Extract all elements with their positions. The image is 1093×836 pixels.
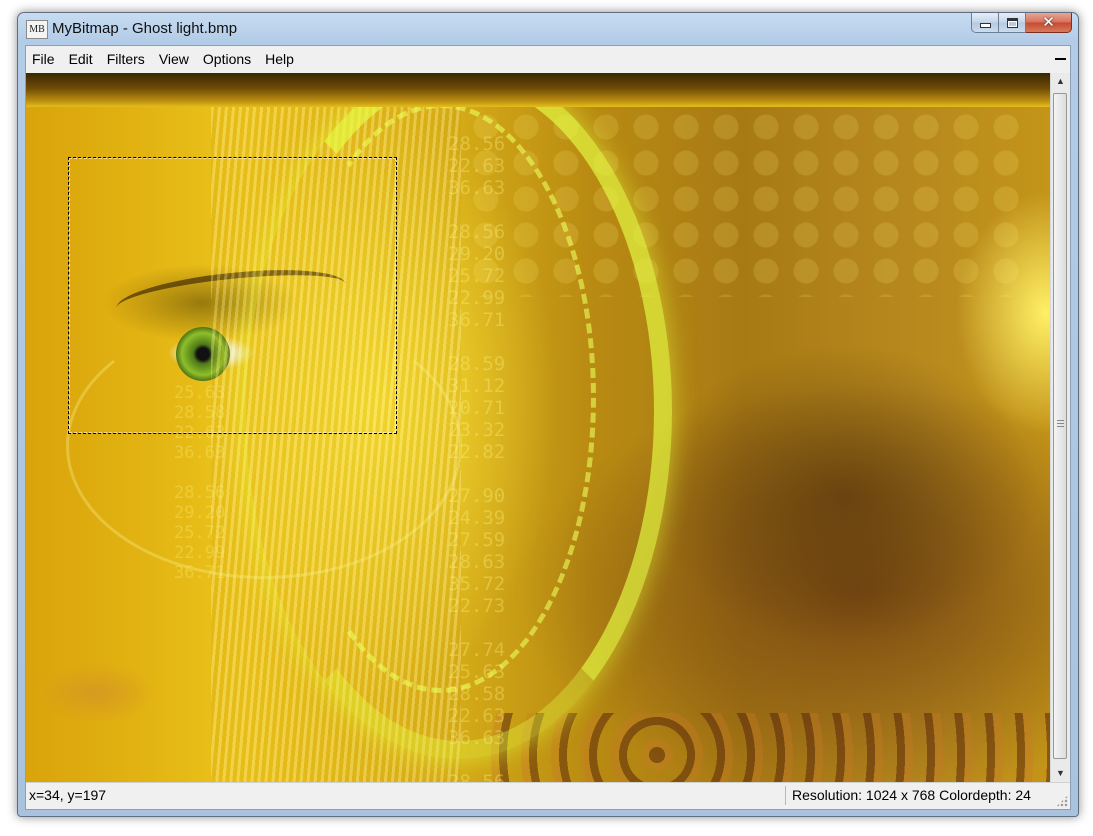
face-lips <box>36 663 156 723</box>
menu-filters[interactable]: Filters <box>100 46 152 72</box>
client-area: File Edit Filters View Options Help 28.5… <box>25 45 1071 810</box>
menu-bar: File Edit Filters View Options Help <box>26 46 1070 72</box>
status-divider <box>785 786 786 805</box>
maximize-button[interactable] <box>999 13 1026 33</box>
menu-view[interactable]: View <box>152 46 196 72</box>
caption-buttons: ✕ <box>971 13 1072 35</box>
scroll-thumb[interactable] <box>1053 93 1067 759</box>
maximize-icon <box>1006 17 1018 28</box>
image-canvas[interactable]: 28.56 22.63 36.63 28.56 29.20 25.72 22.9… <box>26 73 1050 782</box>
minimize-icon <box>979 23 991 28</box>
hud-number-column: 28.56 22.63 36.63 28.56 29.20 25.72 22.9… <box>448 133 506 782</box>
image-top-band <box>26 73 1050 107</box>
selection-rectangle[interactable] <box>68 157 397 434</box>
child-minimize-icon[interactable] <box>1055 58 1066 60</box>
cursor-coordinates: x=34, y=197 <box>29 787 107 803</box>
menu-options[interactable]: Options <box>196 46 258 72</box>
background-rocks <box>486 713 1050 782</box>
minimize-button[interactable] <box>971 13 999 33</box>
scroll-down-arrow-icon[interactable]: ▼ <box>1051 765 1070 782</box>
app-icon[interactable]: MB <box>26 20 48 39</box>
scroll-grip-icon <box>1057 420 1064 427</box>
scroll-up-arrow-icon[interactable]: ▲ <box>1051 73 1070 90</box>
close-button[interactable]: ✕ <box>1026 13 1072 33</box>
menu-help[interactable]: Help <box>258 46 301 72</box>
close-icon: ✕ <box>1042 14 1055 31</box>
image-resolution-info: Resolution: 1024 x 768 Colordepth: 24 <box>792 787 1031 803</box>
vertical-scrollbar[interactable]: ▲ ▼ <box>1050 73 1070 782</box>
status-bar: x=34, y=197 Resolution: 1024 x 768 Color… <box>26 782 1070 809</box>
resize-grip-icon[interactable] <box>1056 795 1068 807</box>
title-bar[interactable]: MB MyBitmap - Ghost light.bmp ✕ <box>18 13 1078 45</box>
app-window: MB MyBitmap - Ghost light.bmp ✕ File Edi… <box>17 12 1079 817</box>
window-title: MyBitmap - Ghost light.bmp <box>52 20 238 37</box>
menu-file[interactable]: File <box>26 46 62 72</box>
menu-edit[interactable]: Edit <box>62 46 100 72</box>
